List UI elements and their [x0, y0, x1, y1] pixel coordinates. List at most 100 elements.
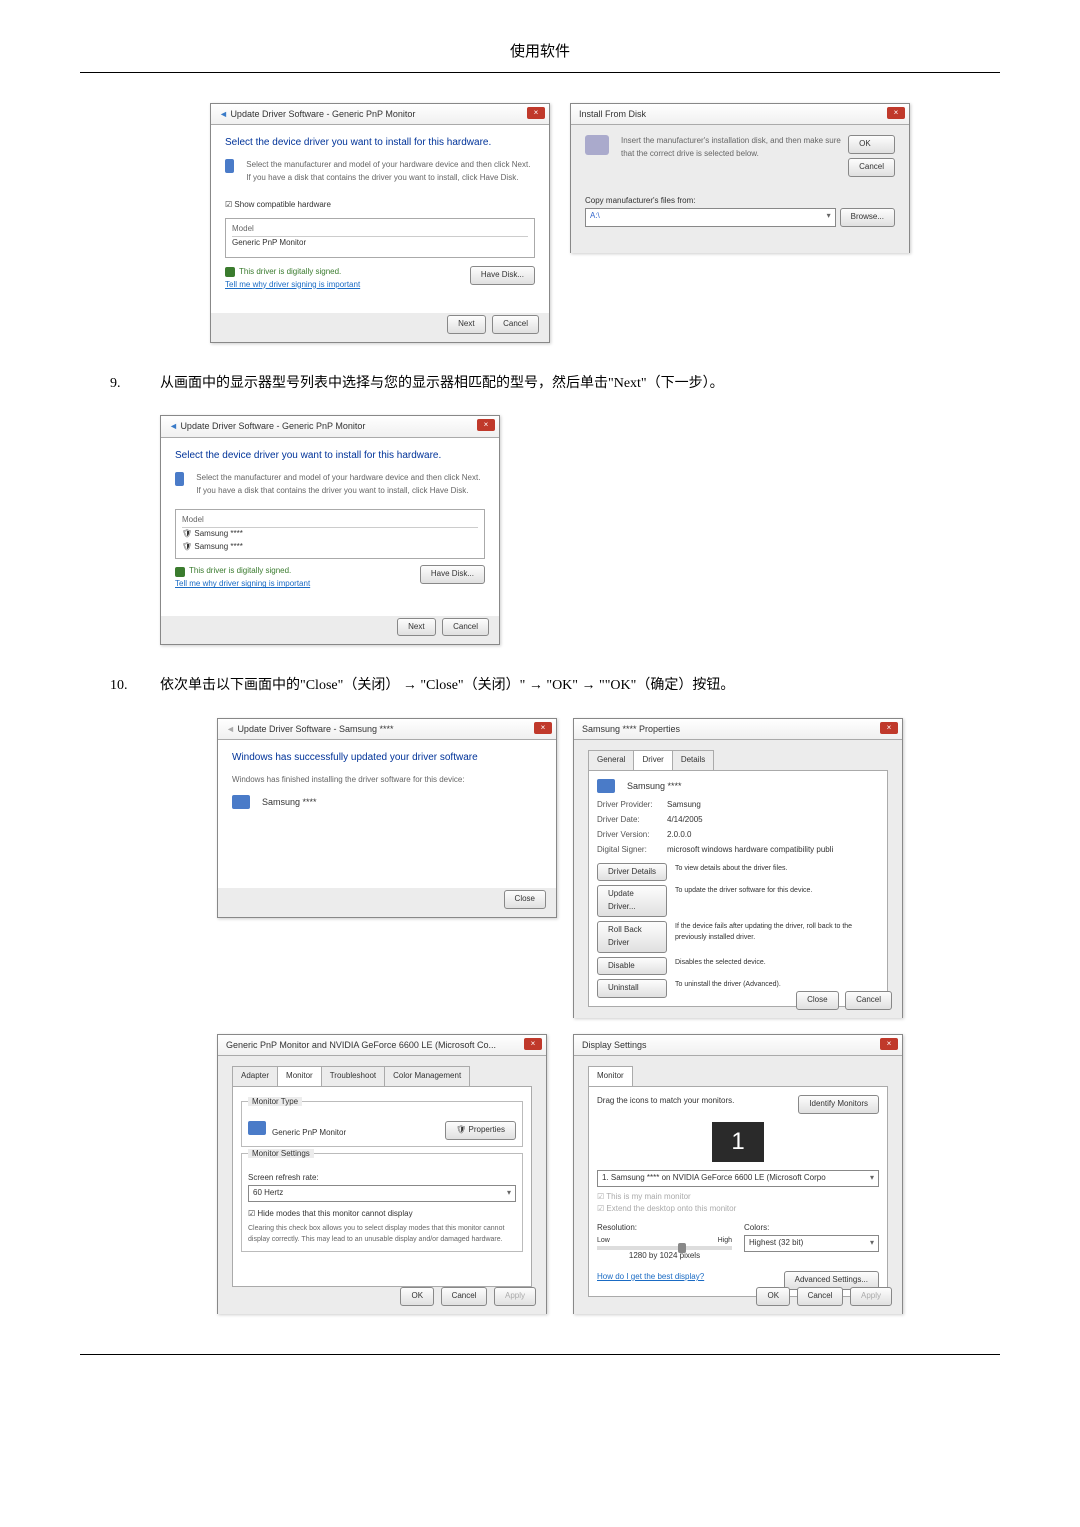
- tabs: Adapter Monitor Troubleshoot Color Manag…: [232, 1066, 532, 1087]
- dialog-body: Insert the manufacturer's installation d…: [571, 125, 909, 253]
- back-arrow[interactable]: ◄: [219, 109, 228, 119]
- best-display-link[interactable]: How do I get the best display?: [597, 1271, 704, 1290]
- back-arrow[interactable]: ◄: [169, 421, 178, 431]
- next-button[interactable]: Next: [447, 315, 485, 334]
- close-icon[interactable]: ×: [880, 722, 898, 734]
- identify-button[interactable]: Identify Monitors: [798, 1095, 879, 1114]
- model-list[interactable]: Model 🛡 Samsung **** 🛡 Samsung ****: [175, 509, 485, 559]
- dialog-title: Update Driver Software - Generic PnP Mon…: [180, 421, 365, 431]
- path-combo[interactable]: A:\: [585, 208, 836, 227]
- titlebar: Install From Disk ×: [571, 104, 909, 125]
- high-label: High: [718, 1235, 732, 1246]
- cancel-button[interactable]: Cancel: [797, 1287, 844, 1306]
- dialog-title: Samsung **** Properties: [582, 724, 680, 734]
- cancel-button[interactable]: Cancel: [848, 158, 895, 177]
- tab-troubleshoot[interactable]: Troubleshoot: [321, 1066, 385, 1086]
- monitor-preview[interactable]: 1: [712, 1122, 764, 1162]
- monitor-select[interactable]: 1. Samsung **** on NVIDIA GeForce 6600 L…: [597, 1170, 879, 1187]
- next-button[interactable]: Next: [397, 618, 435, 637]
- back-arrow: ◄: [226, 724, 235, 734]
- apply-button[interactable]: Apply: [494, 1287, 536, 1306]
- device-icon: [232, 795, 250, 809]
- browse-button[interactable]: Browse...: [840, 208, 895, 227]
- tab-monitor[interactable]: Monitor: [588, 1066, 633, 1086]
- close-button[interactable]: Close: [796, 991, 838, 1010]
- button-row: Close Cancel: [792, 991, 892, 1010]
- dialog-body: Adapter Monitor Troubleshoot Color Manag…: [218, 1056, 546, 1314]
- dialog-title: Update Driver Software - Samsung ****: [237, 724, 393, 734]
- message: Insert the manufacturer's installation d…: [621, 135, 842, 171]
- model-item[interactable]: 🛡 Samsung ****: [182, 528, 478, 541]
- disable-button[interactable]: Disable: [597, 957, 667, 976]
- model-item[interactable]: Generic PnP Monitor: [232, 237, 528, 250]
- update-success-dialog: ◄ Update Driver Software - Samsung **** …: [217, 718, 557, 918]
- cancel-button[interactable]: Cancel: [442, 618, 489, 637]
- rollback-button[interactable]: Roll Back Driver: [597, 921, 667, 953]
- hide-modes-checkbox[interactable]: ☑ Hide modes that this monitor cannot di…: [248, 1208, 516, 1221]
- step-number: 9.: [110, 373, 140, 395]
- tabs: Monitor: [588, 1066, 888, 1087]
- dialog-body: Select the device driver you want to ins…: [161, 438, 499, 616]
- signer-label: Digital Signer:: [597, 844, 667, 857]
- close-icon[interactable]: ×: [887, 107, 905, 119]
- properties-button[interactable]: 🛡 Properties: [445, 1121, 516, 1140]
- dialog-title: Update Driver Software - Generic PnP Mon…: [230, 109, 415, 119]
- colors-combo[interactable]: Highest (32 bit): [744, 1235, 879, 1252]
- resolution-slider[interactable]: [597, 1246, 732, 1250]
- install-from-disk-dialog: Install From Disk × Insert the manufactu…: [570, 103, 910, 253]
- signing-link[interactable]: Tell me why driver signing is important: [175, 578, 310, 591]
- have-disk-button[interactable]: Have Disk...: [470, 266, 535, 285]
- cancel-button[interactable]: Cancel: [441, 1287, 488, 1306]
- ok-button[interactable]: OK: [848, 135, 895, 154]
- figure-single: ◄ Update Driver Software - Generic PnP M…: [160, 415, 1000, 645]
- update-driver-button[interactable]: Update Driver...: [597, 885, 667, 917]
- signer-value: microsoft windows hardware compatibility…: [667, 844, 833, 857]
- model-item[interactable]: 🛡 Samsung ****: [182, 541, 478, 554]
- button-row: OK Cancel Apply: [396, 1287, 536, 1306]
- ok-button[interactable]: OK: [400, 1287, 434, 1306]
- figure-row-1: ◄ Update Driver Software - Generic PnP M…: [120, 103, 1000, 343]
- model-list[interactable]: Model Generic PnP Monitor: [225, 218, 535, 258]
- date-label: Driver Date:: [597, 814, 667, 827]
- cancel-button[interactable]: Cancel: [492, 315, 539, 334]
- close-button[interactable]: Close: [504, 890, 546, 909]
- tab-general[interactable]: General: [588, 750, 634, 770]
- ok-button[interactable]: OK: [756, 1287, 790, 1306]
- titlebar: ◄ Update Driver Software - Samsung **** …: [218, 719, 556, 740]
- refresh-combo[interactable]: 60 Hertz: [248, 1185, 516, 1202]
- uninstall-button[interactable]: Uninstall: [597, 979, 667, 998]
- properties-dialog: Samsung **** Properties × General Driver…: [573, 718, 903, 1018]
- show-compat-checkbox[interactable]: ☑ Show compatible hardware: [225, 199, 535, 212]
- device-icon: [225, 159, 234, 173]
- version-label: Driver Version:: [597, 829, 667, 842]
- tab-driver[interactable]: Driver: [633, 750, 672, 770]
- heading: Windows has successfully updated your dr…: [232, 750, 542, 766]
- tabs: General Driver Details: [588, 750, 888, 771]
- bottom-rule: [80, 1354, 1000, 1355]
- rollback-desc: If the device fails after updating the d…: [675, 921, 879, 953]
- desc: Select the manufacturer and model of you…: [246, 159, 535, 185]
- close-icon[interactable]: ×: [477, 419, 495, 431]
- signing-link[interactable]: Tell me why driver signing is important: [225, 279, 360, 292]
- update-driver-dialog: ◄ Update Driver Software - Generic PnP M…: [210, 103, 550, 343]
- tab-details[interactable]: Details: [672, 750, 714, 770]
- button-row: Close: [500, 890, 546, 909]
- have-disk-button[interactable]: Have Disk...: [420, 565, 485, 584]
- apply-button[interactable]: Apply: [850, 1287, 892, 1306]
- low-label: Low: [597, 1235, 610, 1246]
- close-icon[interactable]: ×: [880, 1038, 898, 1050]
- tab-monitor[interactable]: Monitor: [277, 1066, 322, 1086]
- close-icon[interactable]: ×: [524, 1038, 542, 1050]
- monitor-type-group: Monitor Type Generic PnP Monitor 🛡 Prope…: [241, 1101, 523, 1147]
- update-driver-dialog-2: ◄ Update Driver Software - Generic PnP M…: [160, 415, 500, 645]
- column-header: Model: [182, 514, 478, 528]
- close-icon[interactable]: ×: [527, 107, 545, 119]
- close-icon[interactable]: ×: [534, 722, 552, 734]
- dialog-body: Windows has successfully updated your dr…: [218, 740, 556, 888]
- device-name: Samsung ****: [627, 779, 682, 793]
- tab-adapter[interactable]: Adapter: [232, 1066, 278, 1086]
- cancel-button[interactable]: Cancel: [845, 991, 892, 1010]
- copy-from-label: Copy manufacturer's files from:: [585, 195, 895, 208]
- driver-details-button[interactable]: Driver Details: [597, 863, 667, 882]
- tab-color[interactable]: Color Management: [384, 1066, 470, 1086]
